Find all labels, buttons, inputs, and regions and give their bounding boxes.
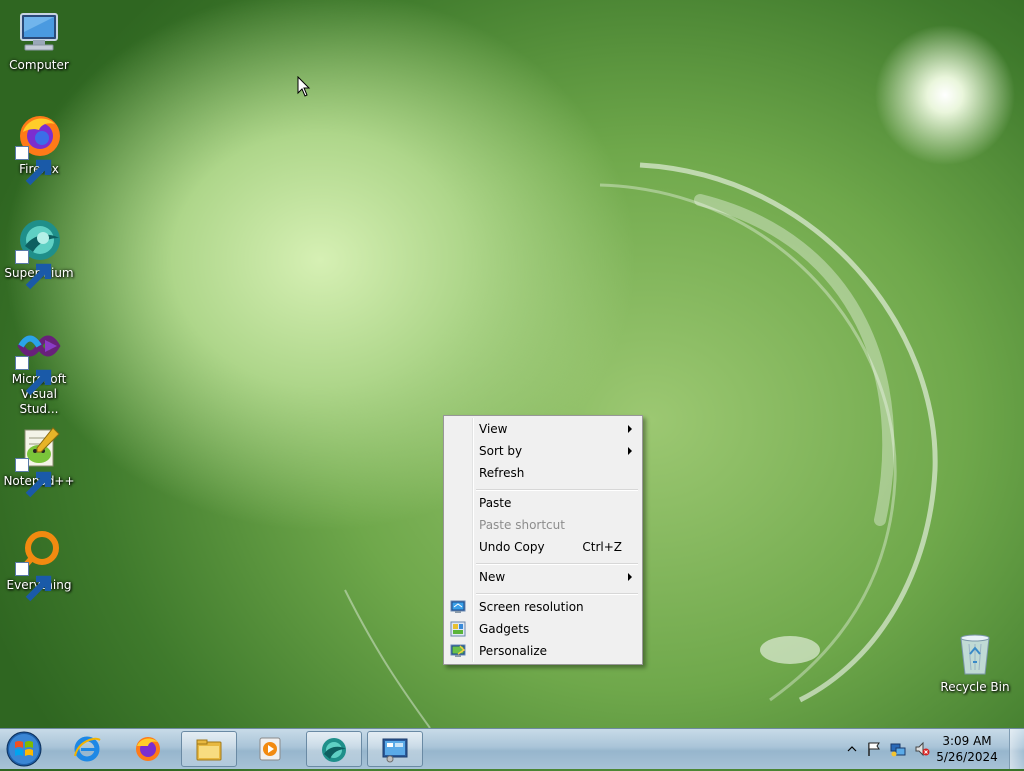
menu-item-label: New (479, 570, 506, 584)
shortcut-arrow-icon (15, 146, 52, 186)
submenu-arrow-icon (628, 447, 632, 455)
shortcut-arrow-icon (15, 458, 52, 498)
taskbar: 3:09 AM 5/26/2024 (0, 728, 1024, 769)
menu-item-sort-by[interactable]: Sort by (446, 440, 640, 462)
show-desktop-button[interactable] (1009, 729, 1024, 769)
desktop-icon-supermium[interactable]: Supermium (0, 216, 78, 290)
mouse-cursor-icon (297, 76, 311, 97)
clock-time: 3:09 AM (942, 734, 992, 748)
gadgets-icon (450, 621, 466, 637)
menu-item-paste[interactable]: Paste (446, 492, 640, 514)
menu-item-view[interactable]: View (446, 418, 640, 440)
action-center-flag-icon[interactable] (866, 741, 882, 757)
menu-item-label: Paste (479, 496, 512, 510)
taskbar-firefox[interactable] (121, 731, 177, 767)
taskbar-media-player[interactable] (243, 731, 299, 767)
notepadpp-icon (15, 424, 63, 498)
desktop-icon-label: Recycle Bin (940, 680, 1010, 694)
everything-icon (15, 528, 63, 602)
menu-separator (476, 563, 638, 565)
taskbar-clock[interactable]: 3:09 AM 5/26/2024 (934, 733, 1000, 765)
menu-item-undo-copy[interactable]: Undo Copy Ctrl+Z (446, 536, 640, 558)
menu-item-new[interactable]: New (446, 566, 640, 588)
desktop-icon-recycle-bin[interactable]: Recycle Bin (936, 630, 1014, 695)
internet-explorer-icon (74, 736, 101, 762)
screen-resolution-icon (450, 600, 466, 613)
firefox-icon (15, 112, 63, 186)
menu-item-label: Screen resolution (479, 600, 584, 614)
menu-item-paste-shortcut: Paste shortcut (446, 514, 640, 536)
visual-studio-icon (15, 322, 63, 396)
menu-item-gadgets[interactable]: Gadgets (446, 618, 640, 640)
desktop-icon-notepadpp[interactable]: Notepad++ (0, 424, 78, 498)
media-player-icon (259, 737, 281, 761)
menu-separator (476, 489, 638, 491)
menu-item-label: Undo Copy (479, 540, 545, 554)
computer-icon (15, 8, 63, 56)
menu-item-shortcut: Ctrl+Z (582, 540, 622, 554)
menu-item-label: Personalize (479, 644, 548, 658)
shortcut-arrow-icon (15, 356, 52, 396)
menu-item-label: Sort by (479, 444, 523, 458)
personalize-icon (450, 644, 466, 657)
menu-item-label: View (479, 422, 508, 436)
menu-separator (476, 593, 638, 595)
clock-date: 5/26/2024 (936, 750, 998, 764)
menu-item-label: Refresh (479, 466, 525, 480)
file-explorer-icon (196, 739, 222, 761)
submenu-arrow-icon (628, 573, 632, 581)
supermium-icon (15, 216, 63, 290)
show-hidden-icons-icon[interactable] (844, 741, 860, 757)
start-button[interactable] (4, 730, 48, 768)
desktop[interactable]: Computer Firefox Supermium Microsoft Vis… (0, 0, 1024, 728)
menu-item-personalize[interactable]: Personalize (446, 640, 640, 662)
desktop-icon-visual-studio[interactable]: Microsoft Visual Stud... (0, 322, 78, 417)
taskbar-control-panel[interactable] (367, 731, 423, 767)
shortcut-arrow-icon (15, 250, 52, 290)
desktop-icon-everything[interactable]: Everything (0, 528, 78, 602)
menu-item-label: Gadgets (479, 622, 530, 636)
desktop-icon-firefox[interactable]: Firefox (0, 112, 78, 186)
windows-logo-icon (6, 731, 42, 767)
network-icon[interactable] (890, 741, 906, 757)
taskbar-file-explorer[interactable] (181, 731, 237, 767)
menu-item-screen-resolution[interactable]: Screen resolution (446, 596, 640, 618)
control-panel-icon (382, 738, 408, 763)
desktop-icon-computer[interactable]: Computer (0, 8, 78, 73)
supermium-icon (322, 738, 346, 762)
firefox-icon (136, 737, 160, 761)
menu-item-label: Paste shortcut (479, 518, 565, 532)
desktop-icon-label: Computer (9, 58, 69, 72)
shortcut-arrow-icon (15, 562, 52, 602)
volume-muted-icon[interactable] (914, 741, 930, 757)
taskbar-internet-explorer[interactable] (60, 731, 116, 767)
submenu-arrow-icon (628, 425, 632, 433)
taskbar-supermium[interactable] (306, 731, 362, 767)
menu-item-refresh[interactable]: Refresh (446, 462, 640, 484)
recycle-bin-icon (951, 630, 999, 678)
desktop-context-menu: View Sort by Refresh Paste Paste shortcu… (443, 415, 643, 665)
